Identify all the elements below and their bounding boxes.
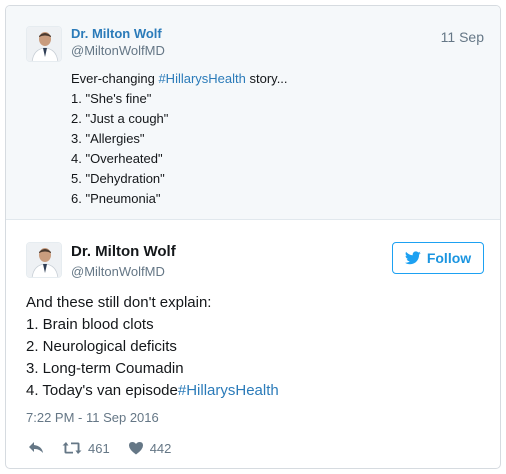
quoted-tweet-intro: Ever-changing #HillarysHealth story... (71, 69, 471, 89)
quoted-author-handle[interactable]: @MiltonWolfMD (71, 43, 165, 58)
quoted-tweet[interactable]: Dr. Milton Wolf @MiltonWolfMD 11 Sep Eve… (6, 6, 500, 220)
list-item: 6. "Pneumonia" (71, 191, 161, 206)
retweet-button[interactable]: 461 (62, 441, 110, 456)
avatar-image (27, 27, 61, 61)
like-button[interactable]: 442 (128, 440, 172, 456)
reply-button[interactable] (28, 441, 44, 455)
list-item: 3. "Allergies" (71, 131, 145, 146)
retweet-count: 461 (88, 440, 110, 456)
twitter-bird-icon (404, 251, 421, 265)
list-item: 4. "Overheated" (71, 151, 163, 166)
hashtag-link[interactable]: #HillarysHealth (178, 382, 279, 399)
quoted-tweet-text: Ever-changing #HillarysHealth story... 1… (71, 69, 471, 209)
list-item: 2. Neurological deficits (26, 338, 177, 355)
list-item: 2. "Just a cough" (71, 111, 169, 126)
avatar[interactable] (26, 242, 62, 278)
tweet-timestamp[interactable]: 7:22 PM - 11 Sep 2016 (26, 410, 159, 425)
intro-suffix: story... (245, 71, 288, 86)
author-handle[interactable]: @MiltonWolfMD (71, 264, 165, 279)
heart-icon (128, 442, 143, 455)
reply-icon (29, 442, 43, 453)
quoted-author-name[interactable]: Dr. Milton Wolf (71, 26, 162, 41)
list-item-text: 4. Today's van episode (26, 382, 178, 399)
author-name[interactable]: Dr. Milton Wolf (71, 243, 176, 260)
tweet-text: And these still don't explain: 1. Brain … (26, 292, 486, 402)
tweet-actions: 461 442 (28, 438, 189, 458)
tweet-card: Dr. Milton Wolf @MiltonWolfMD 11 Sep Eve… (5, 5, 501, 469)
like-count: 442 (149, 440, 172, 456)
hashtag-link[interactable]: #HillarysHealth (158, 71, 245, 86)
follow-button[interactable]: Follow (392, 242, 484, 274)
list-item: 4. Today's van episode#HillarysHealth (26, 380, 486, 402)
list-item: 5. "Dehydration" (71, 171, 165, 186)
avatar-image (27, 243, 61, 277)
list-item: 1. "She's fine" (71, 91, 152, 106)
intro-prefix: Ever-changing (71, 71, 159, 86)
quoted-tweet-date[interactable]: 11 Sep (441, 29, 484, 45)
tweet-line: And these still don't explain: (26, 294, 212, 311)
retweet-icon (62, 442, 82, 454)
avatar[interactable] (26, 26, 62, 62)
list-item: 3. Long-term Coumadin (26, 360, 184, 377)
list-item: 1. Brain blood clots (26, 316, 154, 333)
follow-label: Follow (426, 250, 472, 266)
